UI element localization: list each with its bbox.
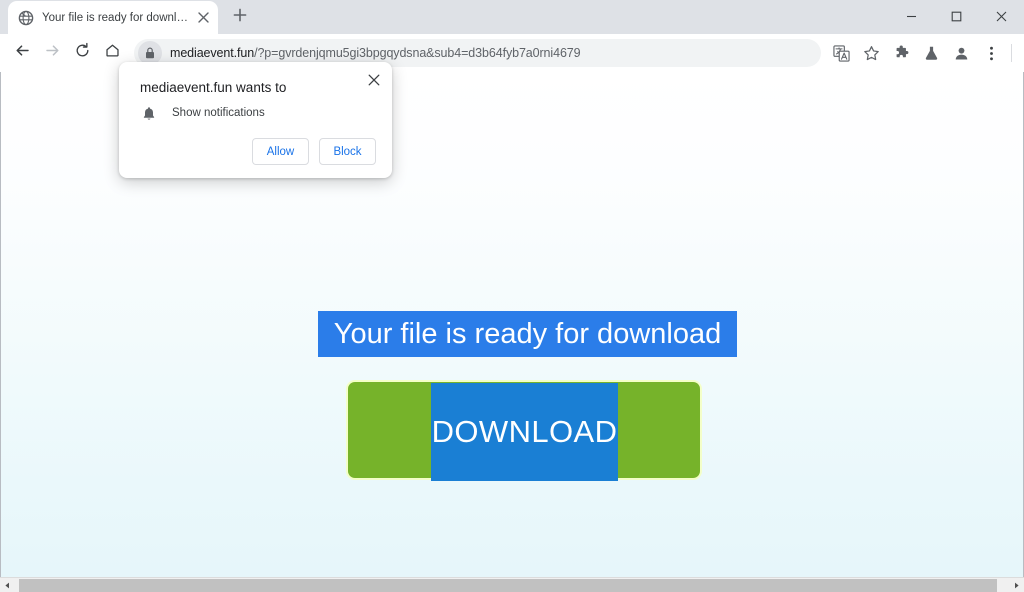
viewport-left-border <box>0 72 1 577</box>
globe-icon <box>18 10 34 26</box>
reload-button[interactable] <box>68 39 96 67</box>
permission-dialog-title: mediaevent.fun wants to <box>140 79 286 97</box>
tab-title: Your file is ready for download <box>42 11 190 25</box>
toolbar-actions <box>827 39 1016 67</box>
home-icon <box>104 42 121 64</box>
notification-permission-dialog: mediaevent.fun wants to Show notificatio… <box>119 62 392 178</box>
permission-dialog-actions: Allow Block <box>252 138 376 165</box>
maximize-icon[interactable] <box>934 0 979 32</box>
page-title: Your file is ready for download <box>318 311 737 357</box>
flask-icon[interactable] <box>917 39 945 67</box>
download-button-label[interactable]: DOWNLOAD <box>431 383 618 481</box>
address-bar-text: mediaevent.fun/?p=gvrdenjqmu5gi3bpgqydsn… <box>170 46 581 61</box>
close-icon[interactable] <box>979 0 1024 32</box>
browser-window: Your file is ready for download <box>0 0 1024 592</box>
reload-icon <box>74 42 91 64</box>
download-button-text: DOWNLOAD <box>432 414 618 450</box>
triangle-left-icon[interactable] <box>0 578 15 592</box>
puzzle-icon[interactable] <box>887 39 915 67</box>
url-path: /?p=gvrdenjqmu5gi3bpgqydsna&sub4=d3b64fy… <box>254 46 580 60</box>
star-icon[interactable] <box>857 39 885 67</box>
scrollbar-track[interactable] <box>15 578 1009 592</box>
plus-icon <box>233 8 247 27</box>
toolbar-divider <box>1011 44 1012 62</box>
forward-button <box>38 39 66 67</box>
triangle-right-icon[interactable] <box>1009 578 1024 592</box>
arrow-left-icon <box>14 42 31 64</box>
scrollbar-thumb[interactable] <box>19 579 997 592</box>
block-button[interactable]: Block <box>319 138 376 165</box>
more-icon[interactable] <box>977 39 1005 67</box>
translate-icon[interactable] <box>827 39 855 67</box>
new-tab-button[interactable] <box>226 3 254 31</box>
page-title-text: Your file is ready for download <box>334 317 721 351</box>
browser-tab[interactable]: Your file is ready for download <box>8 1 218 34</box>
minimize-icon[interactable] <box>889 0 934 32</box>
horizontal-scrollbar[interactable] <box>0 577 1024 592</box>
tab-close-icon[interactable] <box>194 9 212 27</box>
permission-request-row: Show notifications <box>140 106 265 121</box>
avatar-icon[interactable] <box>947 39 975 67</box>
permission-request-label: Show notifications <box>172 106 265 121</box>
window-controls <box>889 0 1024 32</box>
close-icon[interactable] <box>362 68 386 92</box>
back-button[interactable] <box>8 39 36 67</box>
tab-strip: Your file is ready for download <box>0 0 1024 34</box>
allow-button[interactable]: Allow <box>252 138 309 165</box>
bell-icon <box>140 106 158 121</box>
arrow-right-icon <box>44 42 61 64</box>
url-domain: mediaevent.fun <box>170 46 254 60</box>
